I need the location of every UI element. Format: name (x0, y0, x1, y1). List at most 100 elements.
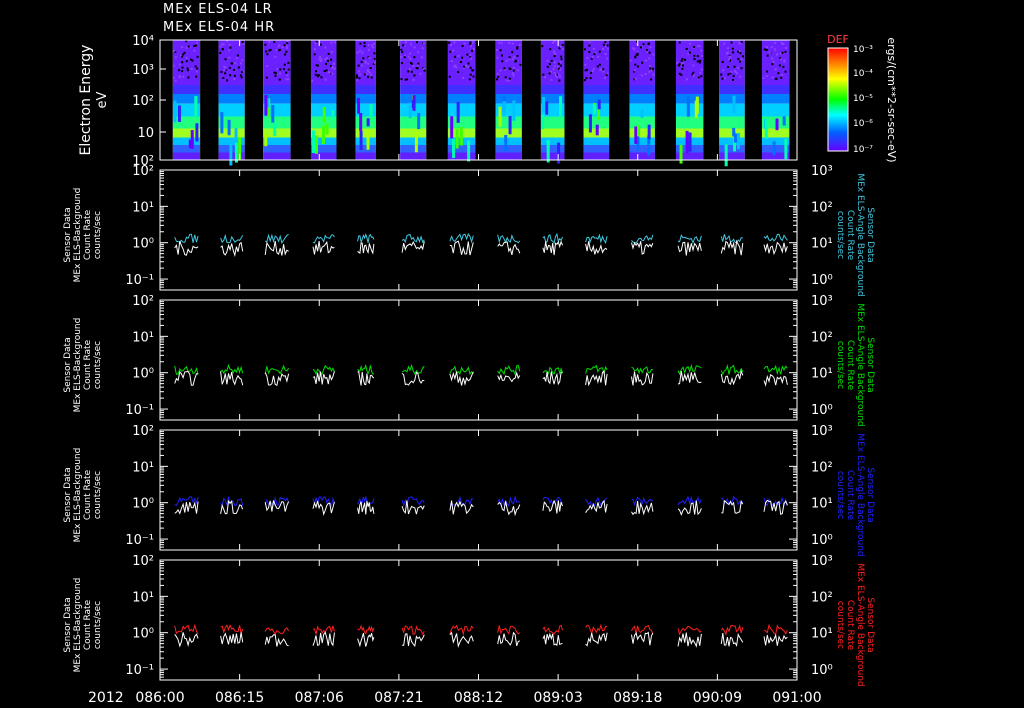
spectrogram-noise (404, 78, 407, 81)
spectrogram-band (263, 128, 291, 138)
series-trace (542, 240, 563, 256)
series-trace (401, 496, 425, 507)
spectrogram-noise (457, 70, 460, 73)
spectrogram-noise (636, 65, 639, 68)
spectrogram-noise (592, 47, 595, 50)
spectrogram-band (761, 103, 790, 117)
left-y-tick: 10⁰ (132, 237, 154, 252)
spectrogram-noise (648, 65, 651, 68)
spectrogram-noise (681, 58, 684, 61)
left-ylabel: Sensor Data (63, 597, 73, 652)
spectrogram-band (310, 85, 337, 94)
spectrogram-noise (241, 41, 244, 44)
spectrogram-noise (596, 65, 599, 68)
right-y-tick: 10³ (811, 424, 833, 439)
spectrogram-band (218, 94, 245, 104)
spectrogram-noise (265, 76, 268, 79)
spectrogram-noise (268, 41, 271, 44)
spectrogram-noise (417, 62, 420, 65)
spectrogram-noise (178, 75, 181, 78)
right-ylabel: Sensor Data (865, 207, 875, 262)
spectrogram-noise (454, 64, 457, 67)
right-y-tick: 10⁰ (811, 663, 833, 678)
spectrogram-noise (328, 71, 331, 74)
spectrogram-noise (278, 78, 281, 81)
spectrogram-noise (359, 49, 362, 52)
spectrogram-noise (737, 50, 740, 53)
spectrogram-noise (457, 54, 460, 57)
spectrogram-feature (647, 124, 651, 140)
spectrogram-noise (505, 59, 508, 62)
spectrogram-noise (324, 78, 327, 81)
spectrogram-noise (602, 43, 605, 46)
right-y-tick: 10³ (811, 294, 833, 309)
spectrogram-noise (285, 44, 288, 47)
spectrogram-noise (736, 66, 739, 69)
spectrogram-feature (369, 104, 373, 117)
series-trace (312, 240, 335, 255)
spectrogram-noise (470, 45, 473, 48)
series-trace (449, 624, 474, 636)
spectrogram-noise (279, 72, 282, 75)
spectrogram-noise (471, 49, 474, 52)
spectrogram-noise (689, 42, 692, 45)
spectrogram-noise (366, 68, 369, 71)
spectrogram-noise (454, 55, 457, 58)
spectrogram-noise (285, 78, 288, 81)
spectrogram-noise (240, 71, 243, 74)
series-trace (174, 632, 199, 648)
spectrogram-band (629, 85, 655, 94)
spectrogram-noise (281, 46, 284, 49)
spectrogram-noise (512, 74, 515, 77)
spectrogram-noise (181, 55, 184, 58)
spectrogram-noise (320, 58, 323, 61)
series-trace (401, 233, 425, 244)
spectrogram-noise (546, 65, 549, 68)
spectrogram-feature (502, 101, 506, 116)
spectrogram-noise (273, 40, 276, 43)
spectrogram-noise (325, 69, 328, 72)
spectrogram-noise (405, 41, 408, 44)
spectrogram-feature (173, 100, 177, 123)
time-axis-tick-label: 089:18 (613, 690, 662, 706)
spectrogram-high-energy (310, 40, 337, 85)
spectrogram-noise (221, 48, 224, 51)
series-trace (542, 366, 563, 376)
series-trace (677, 241, 702, 256)
spectrogram-noise (224, 66, 227, 69)
spectrogram-feature (322, 106, 326, 123)
time-axis-tick-label: 090:09 (693, 690, 742, 706)
spectrogram-band (540, 152, 565, 160)
spectrogram-noise (371, 46, 374, 49)
left-ylabel: counts/sec (93, 601, 103, 649)
spectrogram-noise (783, 59, 786, 62)
spectrogram-noise (560, 58, 563, 61)
spectrogram-noise (513, 56, 516, 59)
spectrogram-noise (422, 42, 425, 45)
spectrogram-feature (188, 139, 192, 149)
series-trace (631, 241, 654, 255)
spectrogram-band (719, 137, 745, 145)
spectrogram-noise (181, 70, 184, 73)
spectrogram-noise (727, 66, 730, 69)
spectrogram-noise (640, 74, 643, 77)
spectrogram-noise (285, 71, 288, 74)
spectrogram-noise (505, 79, 508, 82)
spectrogram-noise (178, 69, 181, 72)
spectrogram-noise (557, 62, 560, 65)
spectrogram-noise (448, 41, 451, 44)
spectrogram-noise (174, 56, 177, 59)
spectrogram-feature (450, 116, 454, 139)
spectrogram-noise (727, 73, 730, 76)
spectrogram-gap (703, 40, 720, 160)
spectrogram-noise (586, 57, 589, 60)
spectrogram-noise (284, 53, 287, 56)
spectrogram-noise (634, 77, 637, 80)
spectrogram-noise (604, 41, 607, 44)
spectrogram-block (675, 40, 704, 164)
spectrogram-band (400, 128, 427, 138)
spectrogram-noise (413, 74, 416, 77)
spectrogram-band (400, 152, 427, 160)
spectrogram-noise (195, 42, 198, 45)
series-trace (264, 627, 290, 636)
